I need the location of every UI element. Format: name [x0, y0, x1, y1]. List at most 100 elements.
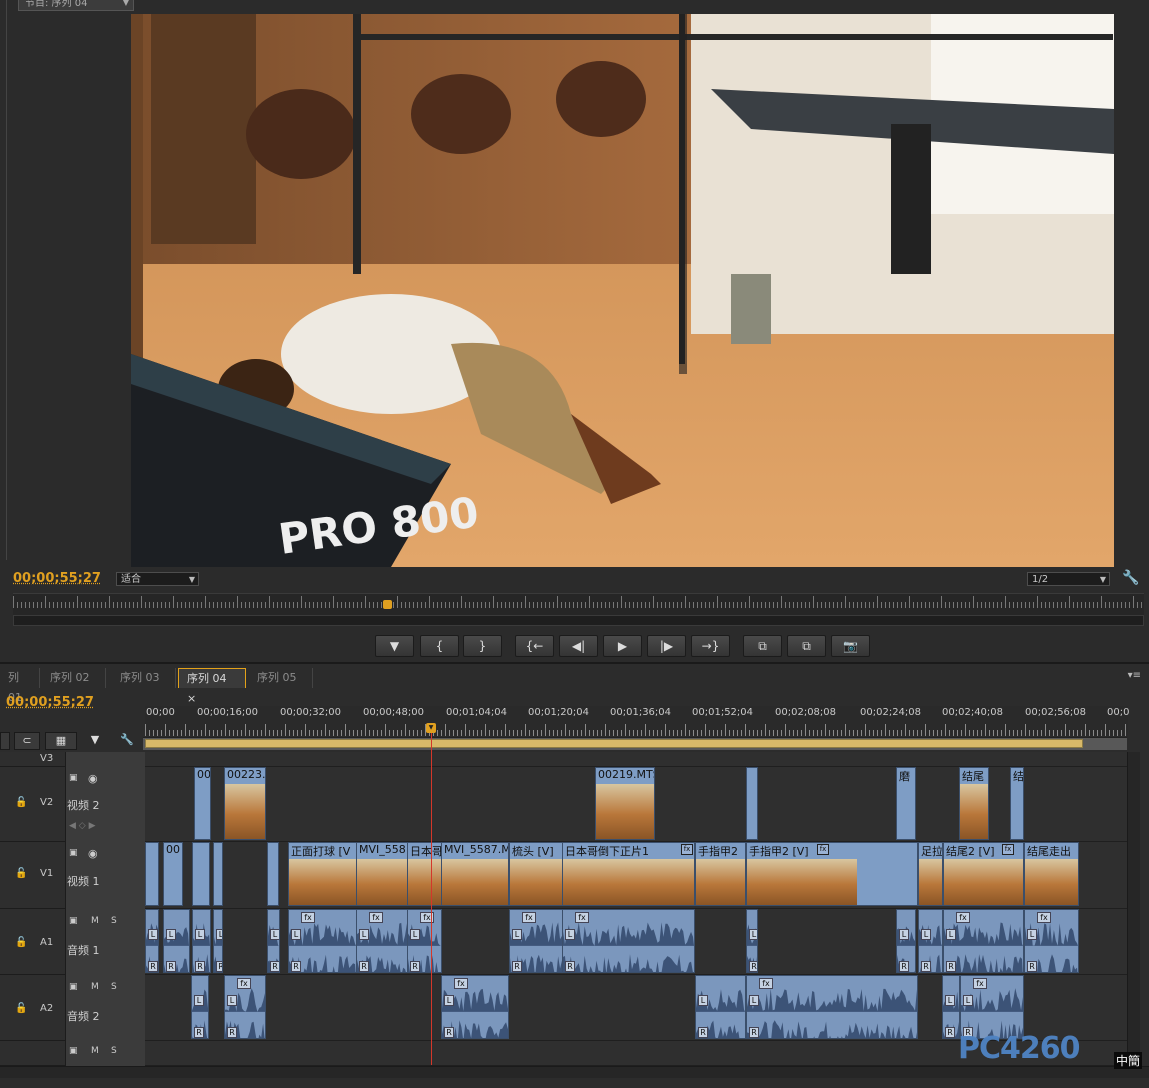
fx-badge[interactable]: fx — [956, 912, 970, 923]
work-area-range[interactable] — [145, 739, 1083, 748]
video-clip[interactable]: 足拉 — [918, 842, 943, 906]
video-clip[interactable]: 结尾 — [959, 767, 989, 840]
video-clip[interactable]: MVI_558 — [356, 842, 408, 906]
audio-clip[interactable]: L Rfx — [746, 975, 918, 1039]
tab-sequence-01[interactable]: 列 01 — [0, 668, 40, 704]
panel-menu-icon[interactable]: ▾≡ — [1128, 670, 1141, 681]
wrench-icon[interactable]: 🔧 — [1122, 570, 1139, 586]
audio-clip[interactable]: L Rfx — [224, 975, 266, 1039]
video-clip[interactable]: 00223.M — [224, 767, 266, 840]
chevron-down-icon[interactable]: ▼ — [123, 0, 129, 7]
video-clip[interactable]: 正面打球 [V — [288, 842, 357, 906]
film-icon[interactable]: ▣ — [69, 1046, 78, 1056]
lift-button[interactable]: ⧉ — [743, 635, 782, 657]
add-marker-button[interactable]: ▼ — [375, 635, 414, 657]
fx-badge[interactable]: fx — [1037, 912, 1051, 923]
eye-icon[interactable]: ◉ — [88, 772, 98, 785]
video-clip[interactable] — [192, 842, 210, 906]
timeline-horizontal-scrollbar[interactable] — [0, 1066, 1149, 1078]
video-clip[interactable]: 日本哥倒下正片1 fx — [562, 842, 695, 906]
video-clip[interactable] — [267, 842, 279, 906]
mark-out-button[interactable]: } — [463, 635, 502, 657]
play-button[interactable]: ▶ — [603, 635, 642, 657]
audio-clip[interactable]: LR — [145, 909, 159, 973]
keyframe-nav-icon[interactable]: ◀ ◇ ▶ — [69, 821, 96, 831]
add-marker-icon[interactable]: ▼ — [87, 732, 103, 750]
audio-clip[interactable]: LR — [746, 909, 758, 973]
audio-clip[interactable]: L Rfx — [407, 909, 442, 973]
tab-sequence-02[interactable]: 序列 02 — [42, 668, 106, 688]
fx-badge[interactable]: fx — [237, 978, 251, 989]
audio-clip[interactable]: LR — [213, 909, 223, 973]
solo-button[interactable]: S — [111, 916, 117, 926]
audio-clip[interactable]: LR — [896, 909, 916, 973]
video-clip[interactable] — [213, 842, 223, 906]
mute-button[interactable]: M — [91, 1046, 99, 1056]
monitor-tab[interactable]: 节目: 序列 04 ▼ — [18, 0, 134, 11]
fx-badge[interactable]: fx — [454, 978, 468, 989]
film-icon[interactable]: ▣ — [69, 982, 78, 992]
audio-clip[interactable]: L Rfx — [943, 909, 1024, 973]
track-lane-v1[interactable]: 00 正面打球 [V MVI_558 日本哥 MVI_5587.M 梳头 [V]… — [145, 842, 1128, 909]
video-clip[interactable]: 日本哥 — [407, 842, 442, 906]
extract-button[interactable]: ⧉ — [787, 635, 826, 657]
film-icon[interactable]: ▣ — [69, 848, 78, 858]
playhead-handle[interactable]: ▼ — [426, 723, 436, 733]
video-clip[interactable] — [746, 767, 758, 840]
tab-sequence-04[interactable]: 序列 04 × — [178, 668, 246, 705]
audio-clip[interactable]: L Rfx — [1024, 909, 1079, 973]
fx-badge[interactable]: fx — [301, 912, 315, 923]
audio-clip[interactable]: L Rfx — [960, 975, 1024, 1039]
tab-sequence-05[interactable]: 序列 05 — [249, 668, 313, 688]
track-lane-a1[interactable]: LRLRLRLRLRLRfxLRfxLRfxLRfxLRfxLRLRLRLRfx… — [145, 909, 1128, 975]
film-icon[interactable]: ▣ — [69, 773, 78, 783]
video-clip[interactable]: 手指甲2 [V] fx — [746, 842, 918, 906]
close-icon[interactable]: × — [187, 692, 196, 705]
fx-badge[interactable]: fx — [817, 844, 829, 855]
audio-clip[interactable]: L Rfx — [509, 909, 563, 973]
fx-badge[interactable]: fx — [1002, 844, 1014, 855]
audio-clip[interactable]: LR — [695, 975, 746, 1039]
export-frame-button[interactable]: 📷 — [831, 635, 870, 657]
video-clip[interactable]: 结尾2 [V] fx — [943, 842, 1024, 906]
linked-selection-icon[interactable]: ▦ — [45, 732, 77, 750]
audio-clip[interactable]: L Rfx — [562, 909, 695, 973]
audio-clip[interactable]: LR — [192, 909, 211, 973]
video-clip[interactable]: MVI_5587.M — [441, 842, 509, 906]
film-icon[interactable]: ▣ — [69, 916, 78, 926]
fx-badge[interactable]: fx — [522, 912, 536, 923]
track-lane-v2[interactable]: 00 00223.M 00219.MTS 磨 结尾 结 — [145, 767, 1128, 842]
time-ruler[interactable]: 00;00 00;00;16;00 00;00;32;00 00;00;48;0… — [145, 706, 1129, 738]
video-clip[interactable]: 梳头 [V] — [509, 842, 563, 906]
audio-clip[interactable]: L Rfx — [441, 975, 509, 1039]
video-clip[interactable]: 00 — [163, 842, 183, 906]
mute-button[interactable]: M — [91, 982, 99, 992]
mute-button[interactable]: M — [91, 916, 99, 926]
solo-button[interactable]: S — [111, 982, 117, 992]
lock-icon[interactable]: 🔓 — [15, 1003, 27, 1014]
audio-clip[interactable]: L Rfx — [288, 909, 357, 973]
zoom-select[interactable]: 适合 ▼ — [116, 572, 199, 586]
eye-icon[interactable]: ◉ — [88, 847, 98, 860]
video-clip[interactable]: 结尾走出 — [1024, 842, 1079, 906]
video-clip[interactable]: 结 — [1010, 767, 1024, 840]
resolution-select[interactable]: 1/2 ▼ — [1027, 572, 1110, 586]
mark-in-button[interactable]: { — [420, 635, 459, 657]
solo-button[interactable]: S — [111, 1046, 117, 1056]
go-to-in-button[interactable]: {← — [515, 635, 554, 657]
step-back-button[interactable]: ◀| — [559, 635, 598, 657]
audio-clip[interactable]: LR — [191, 975, 209, 1039]
snap-icon[interactable]: ⊂ — [14, 732, 40, 750]
playhead-line[interactable] — [431, 725, 432, 1065]
audio-clip[interactable]: LR — [267, 909, 280, 973]
monitor-playhead[interactable] — [383, 600, 392, 609]
monitor-mini-ruler[interactable] — [13, 593, 1144, 616]
fx-badge[interactable]: fx — [759, 978, 773, 989]
audio-clip[interactable]: LR — [918, 909, 943, 973]
video-clip[interactable]: 磨 — [896, 767, 916, 840]
track-lane-v3[interactable] — [145, 752, 1128, 767]
fx-badge[interactable]: fx — [575, 912, 589, 923]
video-clip[interactable]: 手指甲2 — [695, 842, 746, 906]
timeline-timecode[interactable]: 00;00;55;27 — [6, 695, 94, 710]
fx-badge[interactable]: fx — [973, 978, 987, 989]
